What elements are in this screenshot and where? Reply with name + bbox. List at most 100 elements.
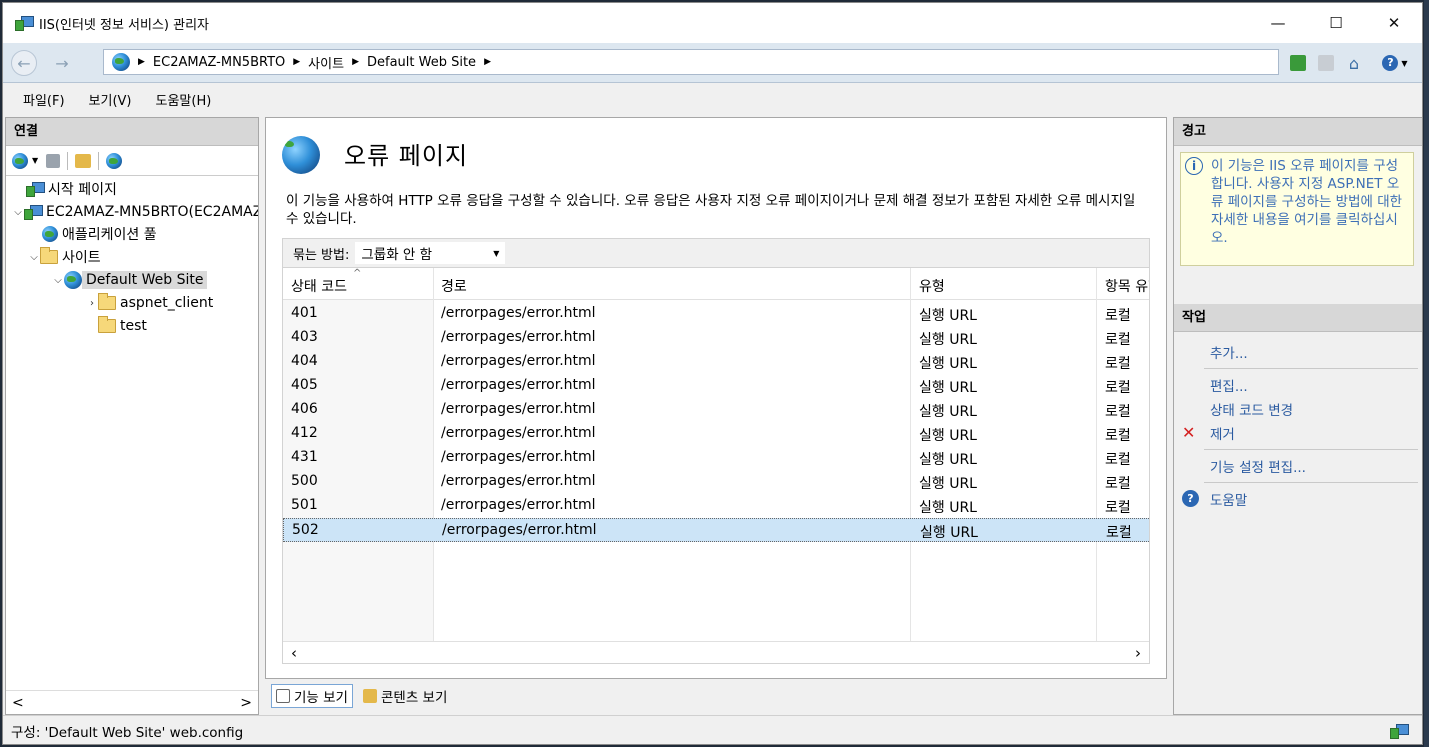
menu-bar: 파일(F) 보기(V) 도움말(H) <box>3 85 1422 113</box>
tree-item-sites[interactable]: ⌵ 사이트 <box>28 246 105 268</box>
close-button[interactable]: ✕ <box>1365 3 1422 43</box>
up-level-icon[interactable] <box>75 153 92 168</box>
tree-item-test[interactable]: test <box>98 315 151 337</box>
column-header-type[interactable]: 유형 <box>919 276 945 296</box>
table-header: 상태 코드 ^ 경로 유형 항목 유형 <box>283 268 1149 300</box>
cell-entry-type: 로컬 <box>1105 452 1131 468</box>
tab-features-view[interactable]: 기능 보기 <box>271 684 353 708</box>
sort-ascending-icon: ^ <box>353 268 362 279</box>
alert-message[interactable]: 이 기능은 IIS 오류 페이지를 구성합니다. 사용자 지정 ASP.NET … <box>1211 157 1409 261</box>
column-header-path[interactable]: 경로 <box>441 276 467 296</box>
content-view-icon <box>362 689 377 703</box>
scroll-right-arrow[interactable]: > <box>240 695 252 711</box>
table-row[interactable]: 403/errorpages/error.html 실행 URL 로컬 <box>283 326 1149 350</box>
menu-help[interactable]: 도움말(H) <box>156 90 212 109</box>
connect-icon[interactable] <box>12 152 28 169</box>
chevron-down-icon[interactable]: ⌵ <box>52 275 64 286</box>
cell-status-code: 500 <box>291 473 318 489</box>
tree-item-label: Default Web Site <box>82 271 208 289</box>
cell-type: 실행 URL <box>919 452 977 468</box>
connections-tree: 시작 페이지 ⌵ EC2AMAZ-MN5BRTO(EC2AMAZ-MN5BRTO… <box>6 176 258 682</box>
title-bar: IIS(인터넷 정보 서비스) 관리자 — ☐ ✕ <box>3 3 1422 43</box>
breadcrumb-default-web-site[interactable]: Default Web Site <box>367 55 476 70</box>
minimize-button[interactable]: — <box>1249 3 1307 43</box>
table-row[interactable]: 502/errorpages/error.html 실행 URL 로컬 <box>283 518 1149 542</box>
action-change-status-code[interactable]: 상태 코드 변경 <box>1174 397 1422 421</box>
toolbar-divider <box>98 151 100 170</box>
tree-item-server[interactable]: ⌵ EC2AMAZ-MN5BRTO(EC2AMAZ-MN5BRTO\Admini… <box>12 201 258 223</box>
table-row[interactable]: 404/errorpages/error.html 실행 URL 로컬 <box>283 350 1149 374</box>
table-row[interactable]: 405/errorpages/error.html 실행 URL 로컬 <box>283 374 1149 398</box>
tree-item-start-page[interactable]: 시작 페이지 <box>26 178 121 200</box>
column-header-status-code[interactable]: 상태 코드 <box>291 276 347 296</box>
maximize-button[interactable]: ☐ <box>1307 3 1365 43</box>
tree-item-aspnet-client[interactable]: › aspnet_client <box>86 292 217 314</box>
save-icon[interactable] <box>46 153 61 168</box>
menu-file[interactable]: 파일(F) <box>23 90 65 109</box>
tree-item-default-web-site[interactable]: ⌵ Default Web Site <box>52 269 208 291</box>
breadcrumb-sites[interactable]: 사이트 <box>308 53 344 72</box>
stop-icon[interactable] <box>1315 52 1337 74</box>
table-row[interactable]: 431/errorpages/error.html 실행 URL 로컬 <box>283 446 1149 470</box>
chevron-down-icon[interactable]: ⌵ <box>12 207 24 218</box>
chevron-down-icon[interactable]: ▼ <box>32 156 38 165</box>
menu-view[interactable]: 보기(V) <box>89 90 132 109</box>
feature-description: 이 기능을 사용하여 HTTP 오류 응답을 구성할 수 있습니다. 오류 응답… <box>286 193 1136 227</box>
cell-type: 실행 URL <box>919 308 977 324</box>
table-row[interactable]: 500/errorpages/error.html 실행 URL 로컬 <box>283 470 1149 494</box>
action-label: 제거 <box>1210 427 1235 443</box>
actions-divider <box>1204 368 1418 369</box>
scroll-left-arrow[interactable]: ‹ <box>291 644 297 662</box>
table-row[interactable]: 501/errorpages/error.html 실행 URL 로컬 <box>283 494 1149 518</box>
chevron-right-icon: ▶ <box>484 57 491 67</box>
status-text: 구성: 'Default Web Site' web.config <box>11 725 244 741</box>
folder-icon <box>98 293 116 310</box>
disconnect-icon[interactable] <box>106 152 123 169</box>
action-help[interactable]: ? 도움말 <box>1174 487 1422 511</box>
column-header-entry-type[interactable]: 항목 유형 <box>1105 276 1149 296</box>
scroll-right-arrow[interactable]: › <box>1135 644 1141 662</box>
cell-entry-type: 로컬 <box>1105 476 1131 492</box>
tree-horizontal-scrollbar[interactable]: < > <box>6 690 258 714</box>
help-icon: ? <box>1182 490 1199 507</box>
forward-button[interactable]: → <box>49 50 75 76</box>
action-edit[interactable]: 편집... <box>1174 373 1422 397</box>
cell-entry-type: 로컬 <box>1105 380 1131 396</box>
cell-path: /errorpages/error.html <box>441 377 596 393</box>
cell-type: 실행 URL <box>920 525 978 541</box>
scroll-left-arrow[interactable]: < <box>12 695 24 711</box>
refresh-icon[interactable] <box>1287 52 1309 74</box>
tab-content-view[interactable]: 콘텐츠 보기 <box>359 684 451 708</box>
iis-manager-window: IIS(인터넷 정보 서비스) 관리자 — ☐ ✕ ← → ▶ EC2AMAZ-… <box>2 2 1423 745</box>
tree-item-app-pools[interactable]: 애플리케이션 풀 <box>42 223 161 245</box>
action-add[interactable]: 추가... <box>1174 340 1422 364</box>
cell-status-code: 406 <box>291 401 318 417</box>
info-icon: i <box>1185 157 1203 175</box>
table-horizontal-scrollbar[interactable]: ‹ › <box>283 641 1149 663</box>
cell-path: /errorpages/error.html <box>441 329 596 345</box>
cell-type: 실행 URL <box>919 404 977 420</box>
back-button[interactable]: ← <box>11 50 37 76</box>
group-by-select[interactable]: 그룹화 안 함 ▼ <box>355 242 506 264</box>
chevron-down-icon[interactable]: ⌵ <box>28 252 40 263</box>
chevron-right-icon[interactable]: › <box>86 298 98 309</box>
tree-item-label: test <box>120 318 147 334</box>
globe-icon <box>112 53 130 71</box>
help-dropdown-icon[interactable]: ? ▼ <box>1377 52 1413 74</box>
group-by-value: 그룹화 안 함 <box>361 247 433 263</box>
action-label: 추가... <box>1210 346 1248 362</box>
tab-label: 콘텐츠 보기 <box>380 690 448 706</box>
address-bar[interactable]: ▶ EC2AMAZ-MN5BRTO ▶ 사이트 ▶ Default Web Si… <box>103 49 1279 75</box>
cell-entry-type: 로컬 <box>1106 525 1132 541</box>
table-row[interactable]: 412/errorpages/error.html 실행 URL 로컬 <box>283 422 1149 446</box>
home-icon[interactable]: ⌂ <box>1343 52 1365 74</box>
table-row[interactable]: 401/errorpages/error.html 실행 URL 로컬 <box>283 302 1149 326</box>
table-row[interactable]: 406/errorpages/error.html 실행 URL 로컬 <box>283 398 1149 422</box>
actions-panel: 경고 i 이 기능은 IIS 오류 페이지를 구성합니다. 사용자 지정 ASP… <box>1173 117 1422 715</box>
action-edit-feature-settings[interactable]: 기능 설정 편집... <box>1174 454 1422 478</box>
action-remove[interactable]: ✕ 제거 <box>1174 421 1422 445</box>
features-view-icon <box>276 689 290 703</box>
remove-x-icon: ✕ <box>1182 423 1196 442</box>
alert-box[interactable]: i 이 기능은 IIS 오류 페이지를 구성합니다. 사용자 지정 ASP.NE… <box>1180 152 1414 266</box>
breadcrumb-server[interactable]: EC2AMAZ-MN5BRTO <box>153 55 285 70</box>
